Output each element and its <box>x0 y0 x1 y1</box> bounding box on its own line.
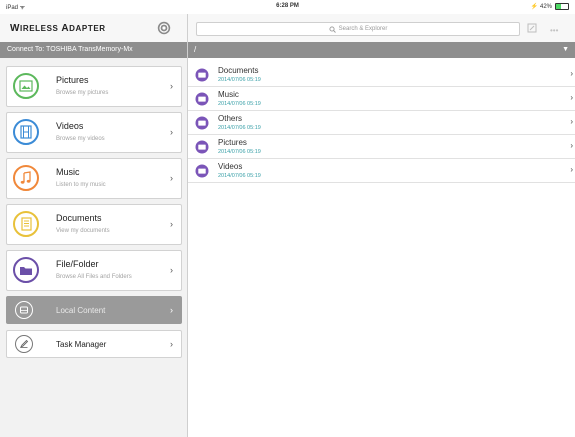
sidebar-item-music[interactable]: Music Listen to my music › <box>6 158 182 199</box>
file-name: Others <box>218 114 243 123</box>
app-title: WIRELESS ADAPTER <box>10 23 106 34</box>
main-panel: Search & Explorer ••• / ▼ Documents 2014… <box>188 14 575 437</box>
music-note-icon <box>13 165 39 191</box>
search-icon <box>329 25 336 33</box>
sidebar-item-title: Documents <box>56 213 102 223</box>
clock: 6:28 PM <box>276 3 299 9</box>
file-name: Documents <box>218 66 259 75</box>
folder-icon <box>195 116 209 130</box>
sidebar-item-title: Videos <box>56 121 84 131</box>
sidebar-item-title: Music <box>56 167 80 177</box>
file-date: 2014/07/06 05:19 <box>218 125 261 131</box>
chevron-right-icon: › <box>170 305 173 315</box>
file-date: 2014/07/06 05:19 <box>218 173 261 179</box>
file-name: Pictures <box>218 138 247 147</box>
sidebar-item-subtitle: Browse my pictures <box>56 90 109 96</box>
chevron-right-icon: › <box>570 69 573 78</box>
status-bar: iPad ᯤ 6:28 PM ⚡ 42% <box>0 0 575 14</box>
chevron-right-icon: › <box>170 265 173 275</box>
chevron-right-icon: › <box>170 127 173 137</box>
app-title-dapter: DAPTER <box>69 24 106 33</box>
sidebar-item-pictures[interactable]: Pictures Browse my pictures › <box>6 66 182 107</box>
file-date: 2014/07/06 05:19 <box>218 149 261 155</box>
chevron-right-icon: › <box>170 219 173 229</box>
chevron-right-icon: › <box>170 81 173 91</box>
chevron-right-icon: › <box>570 93 573 102</box>
list-item[interactable]: Pictures 2014/07/06 05:19 › <box>188 135 575 159</box>
sidebar-item-title: Local Content <box>56 306 106 315</box>
sidebar: WIRELESS ADAPTER Connect To: TOSHIBA Tra… <box>0 14 188 437</box>
film-icon <box>13 119 39 145</box>
picture-icon <box>13 73 39 99</box>
list-item[interactable]: Documents 2014/07/06 05:19 › <box>188 63 575 87</box>
sidebar-item-title: Pictures <box>56 75 89 85</box>
folder-icon <box>195 164 209 178</box>
sidebar-item-subtitle: Browse All Files and Folders <box>56 274 132 280</box>
chevron-right-icon: › <box>570 117 573 126</box>
list-item[interactable]: Music 2014/07/06 05:19 › <box>188 87 575 111</box>
connection-status-bar: Connect To: TOSHIBA TransMemory-Mx <box>0 42 187 58</box>
battery-icon <box>555 3 569 10</box>
current-path: / <box>194 45 197 54</box>
chevron-right-icon: › <box>170 173 173 183</box>
toolbar: Search & Explorer ••• <box>188 14 575 42</box>
sidebar-item-subtitle: View my documents <box>56 228 110 234</box>
sidebar-item-subtitle: Listen to my music <box>56 182 106 188</box>
folder-icon <box>195 92 209 106</box>
chevron-right-icon: › <box>570 165 573 174</box>
search-input[interactable]: Search & Explorer <box>196 22 520 36</box>
sidebar-item-title: Task Manager <box>56 340 107 349</box>
search-placeholder: Search & Explorer <box>338 26 388 32</box>
sidebar-item-subtitle: Browse my videos <box>56 136 105 142</box>
list-item[interactable]: Others 2014/07/06 05:19 › <box>188 111 575 135</box>
sidebar-item-videos[interactable]: Videos Browse my videos › <box>6 112 182 153</box>
sidebar-item-documents[interactable]: Documents View my documents › <box>6 204 182 245</box>
battery-percent: ⚡ 42% <box>530 4 552 10</box>
folder-icon <box>13 257 39 283</box>
sidebar-item-task-manager[interactable]: Task Manager › <box>6 330 182 358</box>
local-content-icon <box>15 301 33 319</box>
file-name: Music <box>218 90 239 99</box>
file-date: 2014/07/06 05:19 <box>218 101 261 107</box>
more-icon[interactable]: ••• <box>550 26 558 35</box>
task-manager-icon <box>15 335 33 353</box>
folder-icon <box>195 68 209 82</box>
path-bar: / ▼ <box>188 42 575 58</box>
document-icon <box>13 211 39 237</box>
app-title-w: W <box>10 23 21 34</box>
file-date: 2014/07/06 05:19 <box>218 77 261 83</box>
list-item[interactable]: Videos 2014/07/06 05:19 › <box>188 159 575 183</box>
sidebar-header: WIRELESS ADAPTER <box>0 14 187 42</box>
edit-icon[interactable] <box>527 23 537 33</box>
sidebar-item-file-folder[interactable]: File/Folder Browse All Files and Folders… <box>6 250 182 291</box>
chevron-down-icon[interactable]: ▼ <box>562 42 569 58</box>
app-title-ireless: IRELESS <box>20 24 62 33</box>
chevron-right-icon: › <box>170 339 173 349</box>
app-title-a: A <box>61 23 70 34</box>
battery-indicator: ⚡ 42% <box>531 3 569 10</box>
sidebar-item-local-content[interactable]: Local Content › <box>6 296 182 324</box>
sidebar-item-title: File/Folder <box>56 259 99 269</box>
battery-fill <box>556 4 562 9</box>
chevron-right-icon: › <box>570 141 573 150</box>
folder-icon <box>195 140 209 154</box>
settings-gear-icon[interactable] <box>157 21 171 35</box>
file-name: Videos <box>218 162 243 171</box>
